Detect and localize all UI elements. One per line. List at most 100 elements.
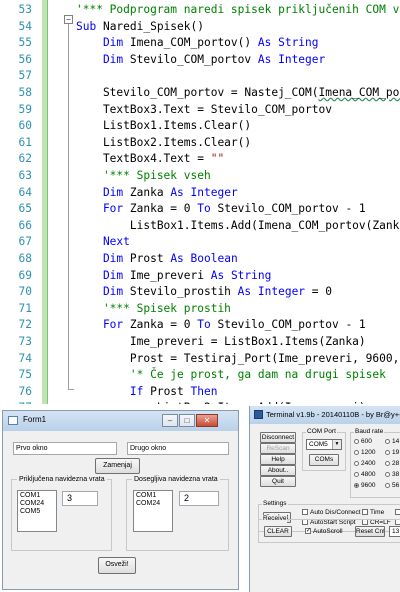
minimize-button[interactable]: – xyxy=(162,414,178,427)
rescan-button[interactable]: ReScan xyxy=(260,443,296,454)
swap-button[interactable]: Zamenjaj xyxy=(95,458,140,474)
list-item[interactable]: COM24 xyxy=(136,500,170,508)
code-line[interactable]: 53 '*** Podprogram naredi spisek priključ… xyxy=(0,2,400,19)
code-keyword: As xyxy=(257,36,279,50)
code-editor[interactable]: − 53 '*** Podprogram naredi spisek priklj… xyxy=(0,0,400,404)
code-line[interactable]: 58 Stevilo_COM_portov = Nastej_COM(Imena… xyxy=(0,85,400,102)
code-token: Stevilo_prostih xyxy=(129,285,238,299)
close-button[interactable]: ✕ xyxy=(196,414,218,427)
baud-radio-56[interactable]: 56 xyxy=(385,482,399,490)
group-connected-title: Priključena navidezna vrata xyxy=(17,475,107,484)
listbox-available-ports[interactable]: COM1 COM24 xyxy=(133,490,173,532)
code-token: Ime_preveri xyxy=(129,268,211,282)
code-line[interactable]: 73 Ime_preveri = ListBox1.Items(Zanka) xyxy=(0,334,400,351)
code-token: Stevilo_COM_portov xyxy=(129,52,258,66)
baud-radio-2400[interactable]: 2400 xyxy=(354,460,375,468)
counter-field[interactable]: 13 xyxy=(389,526,400,537)
textbox-connected-count[interactable]: 3 xyxy=(62,491,98,506)
code-line[interactable]: 72 For Zanka = 0 To Stevilo_COM_portov -… xyxy=(0,317,400,334)
checkbox-autoscroll[interactable]: ✓ AutoScroll xyxy=(305,528,343,536)
code-token: Zanka xyxy=(129,185,171,199)
code-token: Stevilo_COM_portov - 1 xyxy=(217,202,366,216)
radio-dot xyxy=(385,482,390,488)
radio-label: 19 xyxy=(392,449,400,456)
code-line[interactable]: 69 Dim Ime_preveri As String xyxy=(0,268,400,285)
checkbox-box xyxy=(395,509,400,516)
checkbox-time[interactable]: Time xyxy=(362,509,384,517)
line-code: TextBox4.Text = "" xyxy=(76,151,224,168)
code-line[interactable]: 55 Dim Imena_COM_portov() As String xyxy=(0,35,400,52)
maximize-button[interactable]: □ xyxy=(179,414,195,427)
textbox-available-count[interactable]: 2 xyxy=(179,491,219,506)
code-line[interactable]: 63 '*** Spisek vseh xyxy=(0,168,400,185)
baud-radio-4800[interactable]: 4800 xyxy=(354,471,375,479)
line-code: Dim Stevilo_prostih As Integer = 0 xyxy=(76,284,332,301)
checkbox-st-1[interactable]: St xyxy=(395,509,400,517)
line-code: If Prost Then xyxy=(76,384,218,401)
baud-radio-9600[interactable]: 9600 xyxy=(354,482,375,490)
code-token: Stevilo_COM_portov = Nastej_COM( xyxy=(76,86,319,99)
code-line[interactable]: 57 xyxy=(0,68,400,85)
code-line[interactable]: 64 Dim Zanka As Integer xyxy=(0,185,400,202)
line-number: 58 xyxy=(18,86,32,99)
baud-radio-38[interactable]: 38 xyxy=(385,471,399,479)
code-keyword: Dim xyxy=(76,285,130,299)
line-code: Sub Naredi_Spisek() xyxy=(76,19,204,36)
about-button[interactable]: About.. xyxy=(260,465,296,476)
textbox-first-window[interactable]: Prvo okno xyxy=(13,442,117,455)
code-line[interactable]: 65 For Zanka = 0 To Stevilo_COM_portov -… xyxy=(0,201,400,218)
line-code: For Zanka = 0 To Stevilo_COM_portov - 1 xyxy=(76,201,366,218)
code-keyword: Dim xyxy=(76,52,130,66)
terminal-title-bar[interactable]: Terminal v1.9b - 20140110B - by Br@y++ xyxy=(250,406,400,424)
disconnect-button[interactable]: Disconnect xyxy=(260,432,296,443)
code-line[interactable]: 67 Next xyxy=(0,234,400,251)
help-button[interactable]: Help xyxy=(260,454,296,465)
coms-button[interactable]: COMs xyxy=(309,454,339,466)
code-line[interactable]: 70 Dim Stevilo_prostih As Integer = 0 xyxy=(0,284,400,301)
code-line[interactable]: 61 ListBox2.Items.Clear() xyxy=(0,135,400,152)
list-item[interactable]: COM5 xyxy=(20,508,54,516)
com-port-select[interactable]: COM5 ▼ xyxy=(306,439,342,450)
list-item[interactable]: COM1 xyxy=(136,492,170,500)
line-code: ListBox1.Items.Clear() xyxy=(76,118,251,135)
baud-radio-14[interactable]: 14 xyxy=(385,438,399,446)
code-line[interactable]: 62 TextBox4.Text = "" xyxy=(0,151,400,168)
code-keyword: Next xyxy=(76,235,130,249)
code-line[interactable]: 68 Dim Prost As Boolean xyxy=(0,251,400,268)
code-line[interactable]: 56 Dim Stevilo_COM_portov As Integer xyxy=(0,52,400,69)
code-token: Stevilo_COM_portov - 1 xyxy=(217,318,366,332)
line-code: '*** Spisek prostih xyxy=(76,301,231,318)
code-line[interactable]: 60 ListBox1.Items.Clear() xyxy=(0,118,400,135)
line-number: 65 xyxy=(18,202,32,216)
code-token: Imena_COM_portov() xyxy=(129,36,258,50)
baud-radio-28[interactable]: 28 xyxy=(385,460,399,468)
code-line[interactable]: 77 ListBox2.Items.Add(Ime_preveri) xyxy=(0,400,400,404)
checkbox-box xyxy=(302,509,308,516)
textbox-second-window[interactable]: Drugo okno xyxy=(127,442,229,455)
code-line[interactable]: 75 '* Če je prost, ga dam na drugi spise… xyxy=(0,367,400,384)
listbox-connected-ports[interactable]: COM1 COM24 COM5 xyxy=(17,490,57,532)
refresh-button[interactable]: Osveži! xyxy=(98,557,136,574)
code-line[interactable]: 66 ListBox1.Items.Add(Imena_COM_portov(Z… xyxy=(0,218,400,235)
list-item[interactable]: COM1 xyxy=(20,492,54,500)
form1-title: Form1 xyxy=(23,415,47,424)
code-comment: '* Če je prost, ga dam na drugi spisek xyxy=(76,368,386,382)
list-item[interactable]: COM24 xyxy=(20,500,54,508)
clear-button[interactable]: CLEAR xyxy=(264,526,292,537)
code-line[interactable]: 54 Sub Naredi_Spisek() xyxy=(0,19,400,36)
code-line[interactable]: 59 TextBox3.Text = Stevilo_COM_portov xyxy=(0,102,400,119)
baud-radio-600[interactable]: 600 xyxy=(354,438,372,446)
code-keyword: For xyxy=(76,318,130,332)
code-line[interactable]: 76 If Prost Then xyxy=(0,384,400,401)
code-line[interactable]: 71 '*** Spisek prostih xyxy=(0,301,400,318)
code-token: ListBox1.Items.Add(Imena_COM_portov(Zank… xyxy=(76,218,400,232)
baud-radio-19[interactable]: 19 xyxy=(385,449,399,457)
line-code: TextBox3.Text = Stevilo_COM_portov xyxy=(76,102,332,119)
code-line[interactable]: 74 Prost = Testiraj_Port(Ime_preveri, 96… xyxy=(0,351,400,368)
quit-button[interactable]: Quit xyxy=(260,476,296,487)
form1-title-bar[interactable]: Form1 – □ ✕ xyxy=(3,411,238,431)
baud-radio-1200[interactable]: 1200 xyxy=(354,449,375,457)
code-keyword: As xyxy=(170,252,191,265)
checkbox-auto-disconnect[interactable]: Auto Dis/Connect xyxy=(302,509,361,517)
reset-counter-button[interactable]: Reset Cnt xyxy=(355,526,385,537)
